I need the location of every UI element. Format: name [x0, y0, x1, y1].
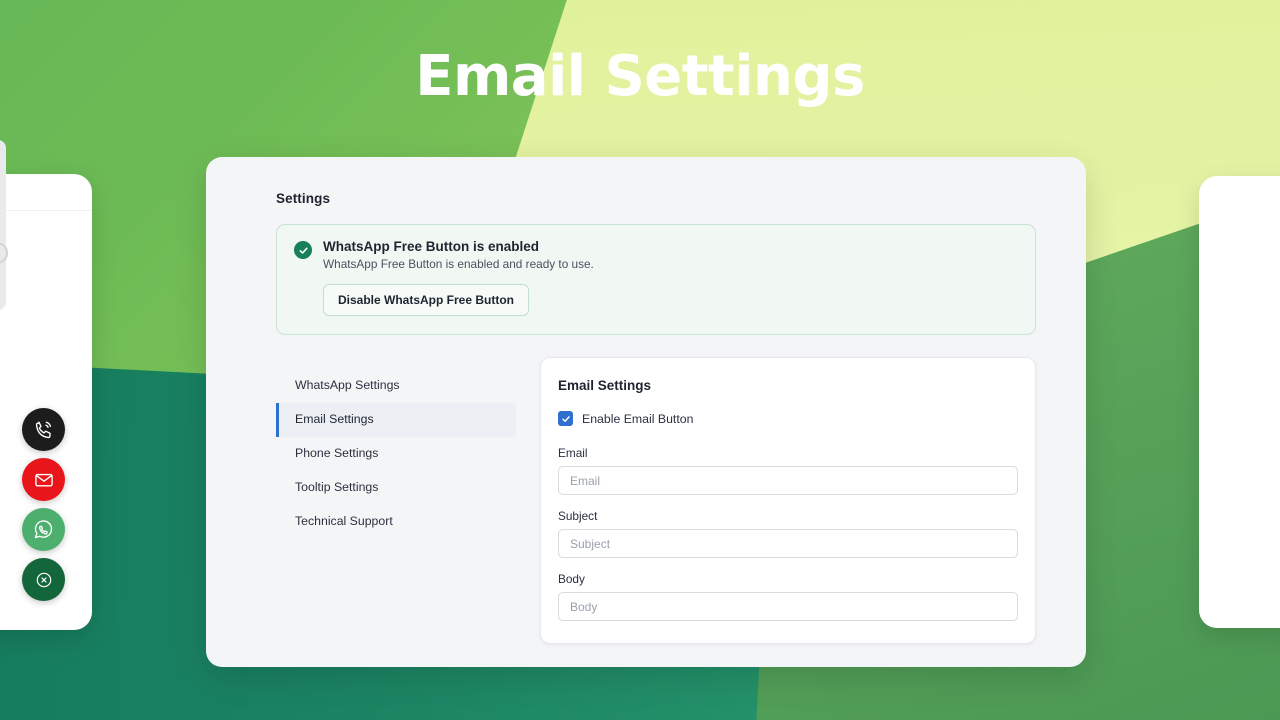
page-title: Email Settings — [0, 46, 1280, 108]
check-circle-icon — [294, 241, 312, 259]
subject-input[interactable] — [558, 529, 1018, 558]
status-banner: WhatsApp Free Button is enabled WhatsApp… — [276, 224, 1036, 335]
left-panel-divider — [0, 210, 92, 211]
body-input[interactable] — [558, 592, 1018, 621]
fab-phone-button[interactable] — [22, 408, 65, 451]
email-field-label: Email — [558, 446, 1018, 460]
screenshot-root: Email Settings — [0, 0, 1280, 720]
whatsapp-icon — [32, 518, 55, 541]
sidebar-item-phone-settings[interactable]: Phone Settings — [276, 437, 516, 471]
settings-body: WhatsApp Settings Email Settings Phone S… — [276, 357, 1050, 644]
fab-whatsapp-button[interactable] — [22, 508, 65, 551]
disable-whatsapp-free-button[interactable]: Disable WhatsApp Free Button — [323, 284, 529, 316]
left-panel-placeholder-block — [0, 140, 6, 310]
body-field-group: Body — [558, 572, 1018, 621]
sidebar-item-email-settings[interactable]: Email Settings — [276, 403, 516, 437]
phone-call-icon — [33, 419, 55, 441]
subject-field-label: Subject — [558, 509, 1018, 523]
envelope-icon — [33, 469, 55, 491]
enable-email-button-label[interactable]: Enable Email Button — [582, 412, 693, 426]
email-input[interactable] — [558, 466, 1018, 495]
status-banner-title: WhatsApp Free Button is enabled — [323, 239, 1017, 254]
floating-action-button-stack — [22, 408, 65, 601]
body-field-label: Body — [558, 572, 1018, 586]
settings-heading: Settings — [276, 191, 1050, 206]
email-panel-title: Email Settings — [558, 378, 1018, 393]
settings-nav: WhatsApp Settings Email Settings Phone S… — [276, 357, 516, 539]
status-banner-description: WhatsApp Free Button is enabled and read… — [323, 257, 1017, 271]
fab-close-button[interactable] — [22, 558, 65, 601]
fab-email-button[interactable] — [22, 458, 65, 501]
sidebar-item-tooltip-settings[interactable]: Tooltip Settings — [276, 471, 516, 505]
close-circle-icon — [33, 569, 55, 591]
sidebar-item-technical-support[interactable]: Technical Support — [276, 505, 516, 539]
settings-card: Settings WhatsApp Free Button is enabled… — [206, 157, 1086, 667]
email-field-group: Email — [558, 446, 1018, 495]
sidebar-item-whatsapp-settings[interactable]: WhatsApp Settings — [276, 369, 516, 403]
enable-email-button-checkbox[interactable] — [558, 411, 573, 426]
right-preview-panel — [1199, 176, 1280, 628]
enable-email-button-row: Enable Email Button — [558, 411, 1018, 426]
subject-field-group: Subject — [558, 509, 1018, 558]
email-settings-panel: Email Settings Enable Email Button Email… — [540, 357, 1036, 644]
